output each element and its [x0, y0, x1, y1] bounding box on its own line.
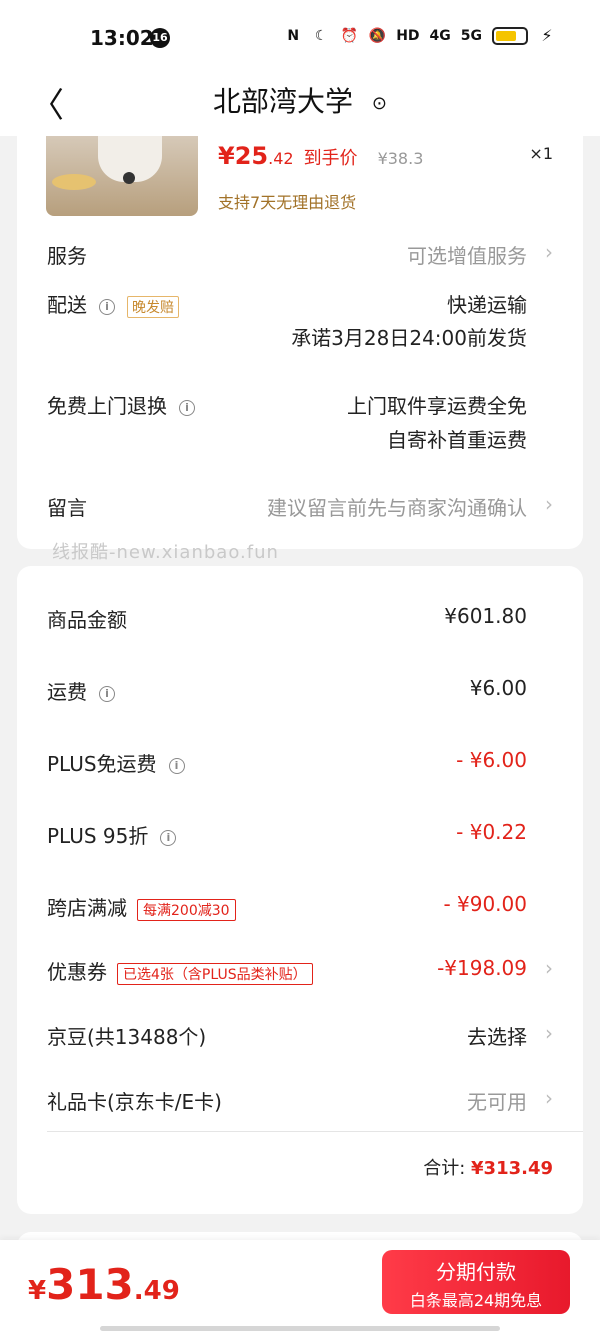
info-icon[interactable]: i: [179, 399, 195, 416]
signal-5g-icon: 5G: [460, 28, 482, 44]
plus-free-shipping-label: PLUS免运费: [47, 752, 157, 776]
bottom-total-price: ¥313.49: [28, 1260, 180, 1309]
chevron-right-icon: ›: [545, 240, 553, 264]
notification-badge: 16: [150, 28, 170, 48]
product-image[interactable]: [46, 136, 198, 216]
total-row: 合计: ¥313.49: [423, 1154, 553, 1180]
info-icon[interactable]: i: [99, 685, 115, 702]
info-icon[interactable]: i: [168, 757, 185, 774]
order-info-card: ¥25.42 到手价 ¥38.3 ×1 支持7天无理由退货 服务 可选增值服务 …: [17, 136, 583, 549]
charging-icon: ⚡: [541, 26, 553, 45]
cross-store-label: 跨店满减: [47, 896, 127, 920]
chevron-right-icon: ›: [545, 492, 553, 516]
home-indicator[interactable]: [100, 1326, 500, 1331]
status-time: 13:02: [90, 26, 154, 50]
total-value: ¥313.49: [471, 1158, 553, 1179]
nfc-icon: N: [287, 28, 300, 44]
coupon-value: -¥198.09: [437, 956, 527, 980]
mute-icon: 🔕: [368, 28, 386, 44]
coupon-label: 优惠券: [47, 960, 107, 984]
chevron-right-icon: ›: [545, 1021, 553, 1045]
jd-bean-label: 京豆(共13488个): [47, 1025, 207, 1049]
status-icons: N ☾ ⏰ 🔕 HD 4G 5G ⚡: [284, 26, 556, 46]
service-label: 服务: [47, 244, 87, 268]
return-policy: 支持7天无理由退货: [218, 193, 357, 212]
service-value: 可选增值服务: [407, 244, 527, 268]
nav-bar: 〈 北部湾大学 ⊙: [0, 60, 600, 136]
signal-4g-icon: 4G: [429, 28, 451, 44]
message-input[interactable]: 建议留言前先与商家沟通确认: [267, 492, 527, 521]
delivery-method: 快递运输: [447, 293, 527, 317]
cross-store-value: - ¥90.00: [443, 892, 527, 916]
chevron-right-icon: ›: [545, 1086, 553, 1110]
moon-icon: ☾: [314, 28, 328, 44]
plus-free-shipping-value: - ¥6.00: [456, 748, 527, 772]
goods-amount-label: 商品金额: [47, 608, 127, 632]
pay-button-sublabel: 白条最高24期免息: [409, 1291, 543, 1310]
chevron-right-icon: ›: [545, 956, 553, 980]
pay-button-label: 分期付款: [436, 1260, 516, 1284]
plus-discount-value: - ¥0.22: [456, 820, 527, 844]
info-icon[interactable]: i: [99, 298, 115, 315]
late-compensation-tag: 晚发赔: [127, 295, 179, 318]
product-quantity: ×1: [529, 144, 553, 163]
product-price-row: ¥25.42 到手价 ¥38.3: [218, 142, 423, 170]
shipping-label: 运费: [47, 680, 87, 704]
checkout-bar: ¥313.49 分期付款 白条最高24期免息: [0, 1240, 600, 1333]
free-return-line2: 自寄补首重运费: [387, 428, 527, 452]
watermark: 线报酷-new.xianbao.fun: [52, 542, 279, 563]
price-summary-card: 商品金额 ¥601.80 运费 i ¥6.00 PLUS免运费 i - ¥6.00 …: [17, 566, 583, 1214]
alarm-icon: ⏰: [340, 28, 358, 44]
gift-card-value: 无可用: [467, 1090, 527, 1114]
delivery-label: 配送: [47, 293, 87, 317]
goods-amount-value: ¥601.80: [444, 604, 527, 628]
free-return-label: 免费上门退换: [47, 394, 167, 418]
cross-store-tag: 每满200减30: [137, 898, 236, 921]
total-label: 合计:: [423, 1158, 466, 1179]
info-icon[interactable]: i: [160, 829, 177, 846]
address-text: 北部湾大学: [212, 85, 353, 118]
message-label: 留言: [47, 496, 87, 520]
shipping-value: ¥6.00: [469, 676, 527, 700]
plus-discount-label: PLUS 95折: [47, 824, 149, 848]
address-title[interactable]: 北部湾大学 ⊙: [0, 80, 600, 120]
divider: [47, 1131, 583, 1132]
food-plate: [52, 174, 96, 190]
product-price: ¥25.42: [218, 142, 294, 170]
hd-icon: HD: [396, 28, 420, 44]
installment-pay-button[interactable]: 分期付款 白条最高24期免息: [382, 1250, 570, 1314]
delivery-promise: 承诺3月28日24:00前发货: [291, 326, 527, 350]
battery-icon: [492, 27, 528, 45]
free-return-line1: 上门取件享运费全免: [347, 394, 527, 418]
kettle-knob: [123, 172, 135, 184]
gift-card-label: 礼品卡(京东卡/E卡): [47, 1090, 222, 1114]
coupon-tag: 已选4张（含PLUS品类补贴）: [117, 962, 313, 985]
final-price-tag: 到手价: [303, 148, 358, 169]
jd-bean-value: 去选择: [467, 1025, 527, 1049]
location-pin-icon: ⊙: [371, 92, 387, 114]
original-price: ¥38.3: [377, 149, 424, 168]
